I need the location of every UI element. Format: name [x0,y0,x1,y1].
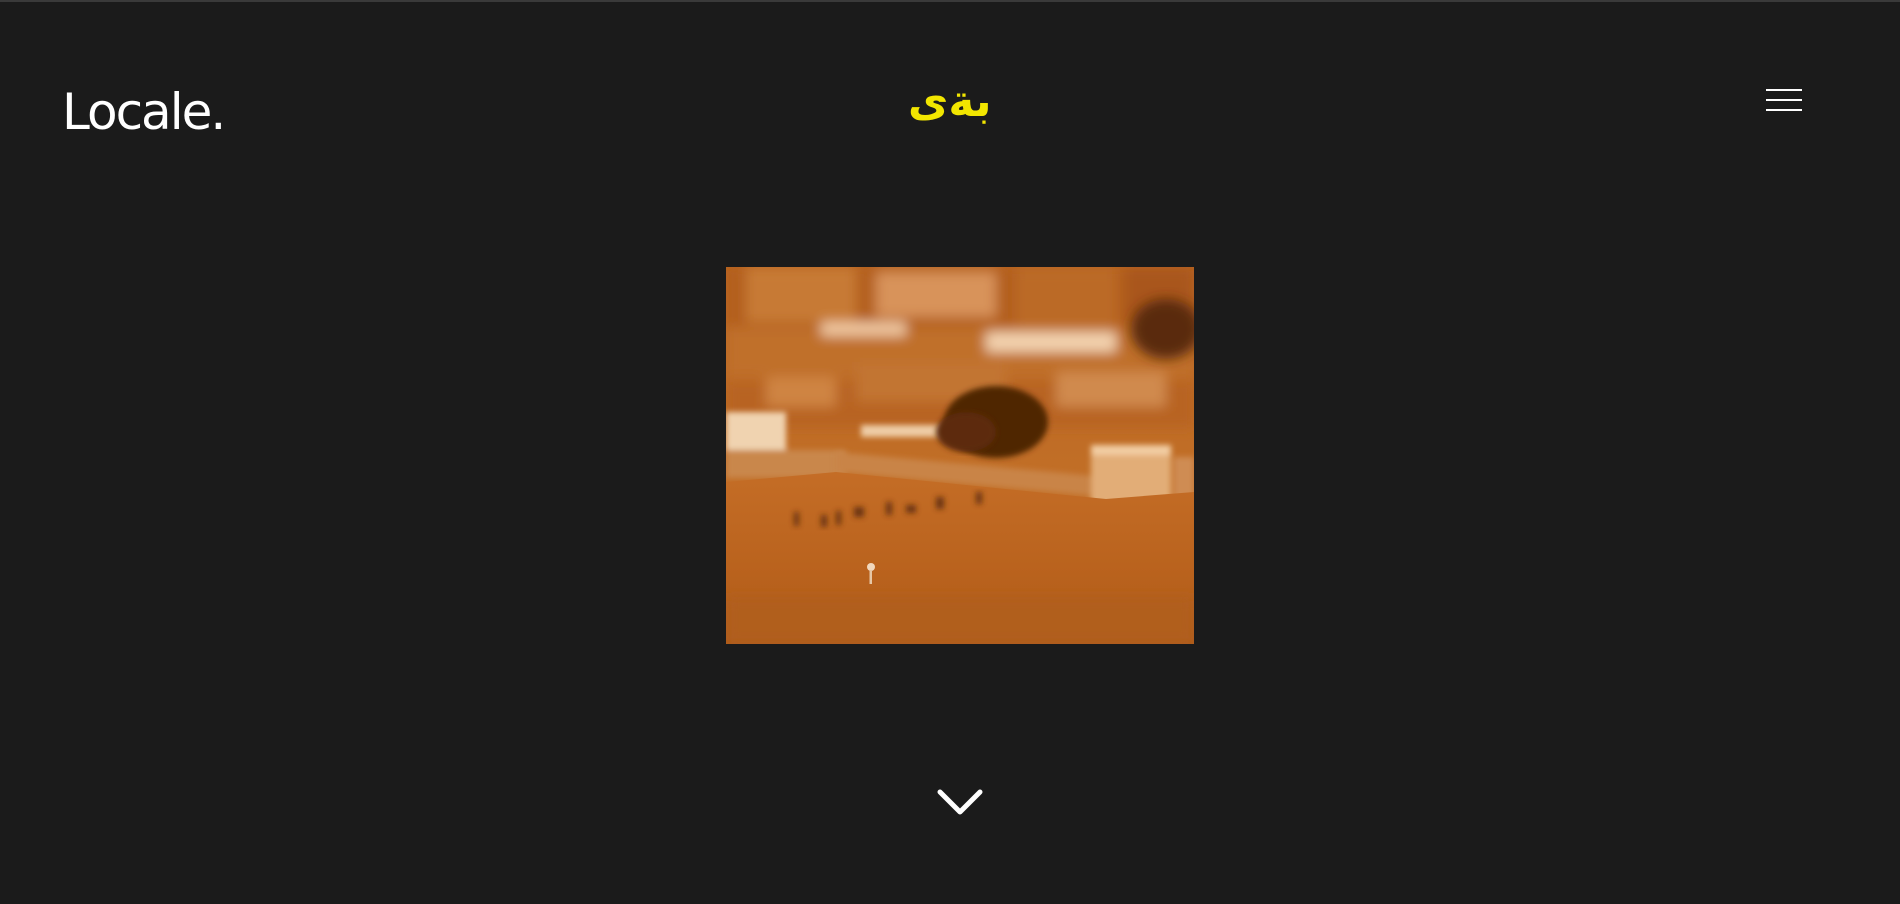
menu-button[interactable] [1764,86,1804,114]
hero-image [726,267,1194,644]
chevron-down-icon[interactable] [935,782,985,822]
menu-line [1766,99,1802,101]
menu-line [1766,89,1802,91]
page: Locale. بةى [0,0,1900,904]
page-title: بةى [908,76,992,127]
menu-line [1766,109,1802,111]
site-logo[interactable]: Locale. [62,82,226,142]
